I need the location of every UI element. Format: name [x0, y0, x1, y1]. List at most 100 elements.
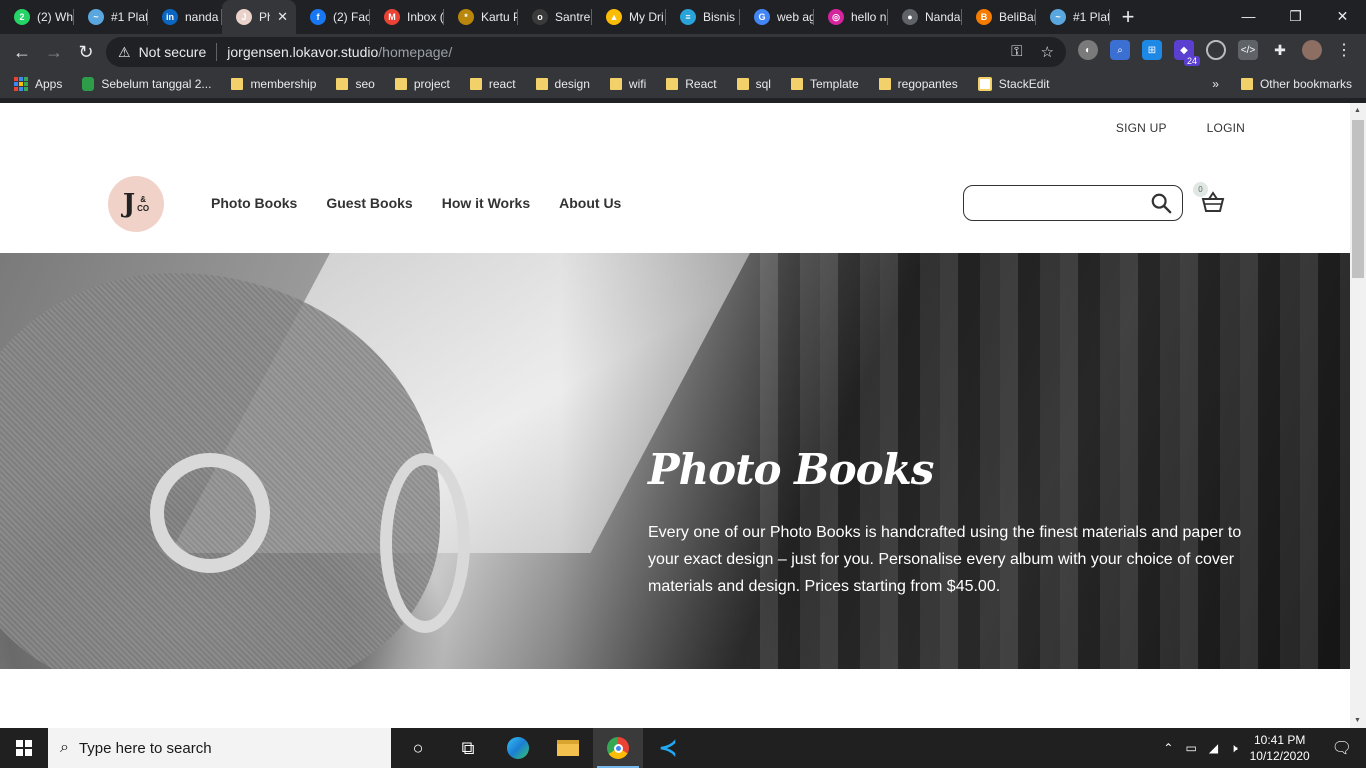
tab[interactable]: M Inbox (	[370, 0, 444, 34]
folder-icon	[736, 78, 749, 90]
tab[interactable]: * Kartu P	[444, 0, 518, 34]
bookmark-item[interactable]: sql	[736, 77, 771, 91]
task-view-icon[interactable]: ⧉	[443, 728, 493, 768]
vscode-icon[interactable]: ≺	[643, 728, 693, 768]
tab[interactable]: f (2) Fac	[296, 0, 370, 34]
bookmark-item[interactable]: design	[535, 77, 590, 91]
profile-avatar[interactable]	[1302, 40, 1322, 60]
bookmark-label: Template	[809, 77, 859, 91]
bookmark-star-icon[interactable]: ☆	[1041, 43, 1054, 61]
scroll-up-icon[interactable]: ▲	[1354, 107, 1361, 114]
wifi-icon[interactable]: ◢	[1209, 741, 1218, 755]
tab[interactable]: ▲ My Dri	[592, 0, 666, 34]
bookmarks-bar: Apps Sebelum tanggal 2... membership seo pr…	[0, 70, 1366, 98]
edge-icon[interactable]	[493, 728, 543, 768]
tab[interactable]: ~ #1 Plat	[1036, 0, 1110, 34]
bookmark-item[interactable]: wifi	[609, 77, 646, 91]
puzzle-icon[interactable]: ✚	[1270, 40, 1290, 60]
forward-button[interactable]: →	[38, 36, 70, 68]
address-bar[interactable]: ⚠ Not secure jorgensen.lokavor.studio/ho…	[106, 37, 1066, 67]
platform-icon: ~	[1050, 9, 1066, 25]
bookmark-item[interactable]: seo	[336, 77, 375, 91]
tab[interactable]: in nanda	[148, 0, 222, 34]
folder-icon	[336, 78, 349, 90]
tab-active[interactable]: J Pho ✕	[222, 0, 296, 34]
bookmark-item[interactable]: project	[394, 77, 450, 91]
bookmark-item[interactable]: Sebelum tanggal 2...	[82, 77, 211, 91]
security-label[interactable]: Not secure	[139, 44, 207, 60]
nav-link-photo-books[interactable]: Photo Books	[211, 195, 297, 211]
chevron-up-icon[interactable]: ⌃	[1163, 741, 1173, 755]
chrome-icon[interactable]	[593, 728, 643, 768]
close-tab-icon[interactable]: ✕	[277, 9, 288, 25]
key-icon[interactable]: ⚿	[1011, 43, 1022, 61]
page-scrollbar[interactable]: ▲ ▼	[1350, 103, 1366, 728]
restore-button[interactable]: ❐	[1272, 0, 1319, 32]
bookmark-item[interactable]: Template	[790, 77, 859, 91]
bookmark-item[interactable]: StackEdit	[977, 77, 1049, 91]
warning-icon[interactable]: ⚠	[118, 44, 131, 61]
nav-link-about-us[interactable]: About Us	[559, 195, 621, 211]
file-explorer-icon[interactable]	[543, 728, 593, 768]
bookmark-item[interactable]: membership	[231, 77, 316, 91]
tab-title: Inbox (	[407, 10, 444, 24]
close-button[interactable]: ✕	[1319, 0, 1366, 32]
tab[interactable]: Gweb ag	[740, 0, 814, 34]
page-viewport: SIGN UP LOGIN J & CO Photo Books Guest Boo…	[0, 103, 1350, 728]
volume-muted-icon[interactable]: 🕨	[1230, 741, 1238, 756]
signup-link[interactable]: SIGN UP	[1116, 121, 1167, 135]
login-link[interactable]: LOGIN	[1207, 121, 1245, 135]
cortana-icon[interactable]: ○	[393, 728, 443, 768]
other-bookmarks[interactable]: Other bookmarks	[1240, 77, 1352, 91]
hero-title: Photo Books	[648, 445, 934, 494]
tab[interactable]: B BeliBar	[962, 0, 1036, 34]
nav-link-how-it-works[interactable]: How it Works	[442, 195, 530, 211]
google-icon: G	[754, 9, 770, 25]
extension-icon[interactable]: ◐	[1078, 40, 1098, 60]
extensions-area: ◐ ⌕ ⊞ ◆ 24 </> ✚ ⋮	[1078, 40, 1354, 66]
nav-link-guest-books[interactable]: Guest Books	[326, 195, 412, 211]
folder-icon	[609, 78, 622, 90]
extension-icon[interactable]: ⌕	[1110, 40, 1130, 60]
reload-button[interactable]: ↻	[70, 36, 102, 68]
tab-title: My Dri	[629, 10, 664, 24]
menu-icon[interactable]: ⋮	[1334, 40, 1354, 60]
extension-icon[interactable]: ⊞	[1142, 40, 1162, 60]
tab-title: Kartu P	[481, 10, 518, 24]
tab[interactable]: ● Nanda	[888, 0, 962, 34]
scrollbar-thumb[interactable]	[1352, 120, 1364, 278]
tab[interactable]: 2 (2) Wh	[0, 0, 74, 34]
back-button[interactable]: ←	[6, 36, 38, 68]
bookmark-item[interactable]: react	[469, 77, 516, 91]
bookmark-label: Apps	[35, 77, 63, 91]
tab[interactable]: o Santre	[518, 0, 592, 34]
bookmark-item[interactable]: React	[666, 77, 717, 91]
folder-icon	[790, 78, 803, 90]
taskbar-search[interactable]: ⌕ Type here to search	[48, 728, 391, 768]
new-tab-button[interactable]: +	[1110, 0, 1146, 34]
hero-rope	[380, 453, 470, 633]
tab[interactable]: ~ #1 Plat	[74, 0, 148, 34]
start-button[interactable]	[0, 728, 48, 768]
basket-icon[interactable]	[1200, 189, 1226, 215]
tab[interactable]: ≡ Bisnis	[666, 0, 740, 34]
code-icon[interactable]: </>	[1238, 40, 1258, 60]
bookmarks-overflow-button[interactable]: »	[1212, 77, 1219, 91]
notifications-icon[interactable]: 🗨	[1332, 738, 1352, 758]
scroll-down-icon[interactable]: ▼	[1354, 717, 1361, 724]
search-icon[interactable]	[1150, 191, 1172, 215]
extension-icon[interactable]	[1206, 40, 1226, 60]
bookmark-item[interactable]: regopantes	[878, 77, 958, 91]
battery-icon[interactable]: ▭	[1185, 741, 1196, 755]
stackedit-icon	[977, 77, 992, 91]
tab-title: Santre	[555, 10, 591, 24]
search-box[interactable]	[963, 185, 1183, 221]
tab[interactable]: ◎ hello n	[814, 0, 888, 34]
extension-icon[interactable]: ◆ 24	[1174, 40, 1200, 66]
bookmark-apps[interactable]: Apps	[14, 77, 62, 91]
bookmarks-right: » Other bookmarks	[1212, 77, 1352, 91]
minimize-button[interactable]: —	[1225, 0, 1272, 32]
clock[interactable]: 10:41 PM 10/12/2020	[1250, 732, 1310, 764]
gmail-icon: M	[384, 9, 400, 25]
site-logo[interactable]: J & CO	[108, 176, 164, 232]
